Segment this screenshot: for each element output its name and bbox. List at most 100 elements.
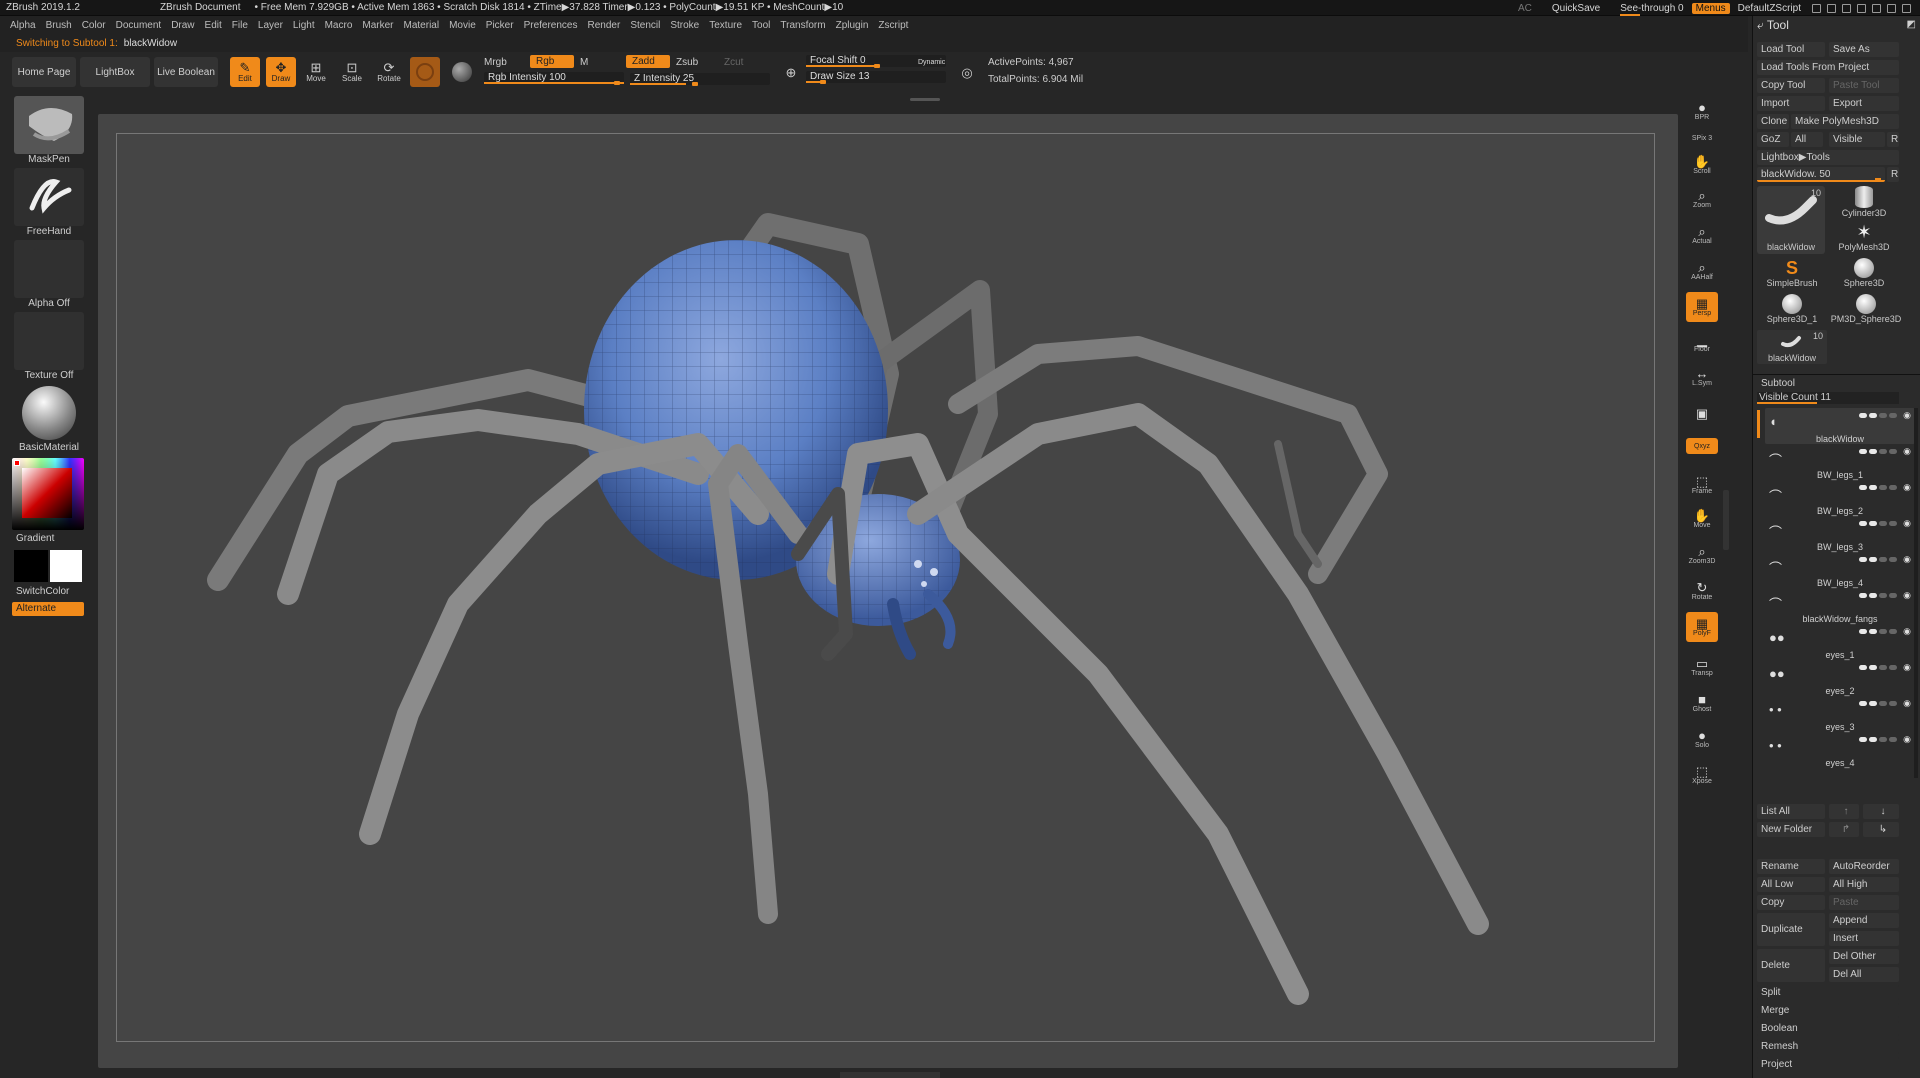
smooth-toggle-button[interactable] <box>447 57 477 87</box>
subtool-toggles[interactable]: ◉ <box>1857 734 1911 745</box>
eye-icon[interactable]: ◉ <box>1903 734 1911 745</box>
eye-icon[interactable]: ◉ <box>1903 590 1911 601</box>
material-swatch-button[interactable] <box>410 57 440 87</box>
insert-button[interactable]: Insert <box>1829 931 1899 946</box>
rotate-button[interactable]: ⟳ Rotate <box>374 57 404 87</box>
eye-icon[interactable]: ◉ <box>1903 698 1911 709</box>
subtool-row[interactable]: • • ◉ eyes_4 <box>1765 732 1915 768</box>
menu-render[interactable]: Render <box>588 20 621 31</box>
menu-movie[interactable]: Movie <box>449 20 476 31</box>
all-low-button[interactable]: All Low <box>1757 877 1825 892</box>
rgb-intensity-slider[interactable]: Rgb Intensity 100 <box>484 72 624 85</box>
menu-stencil[interactable]: Stencil <box>630 20 660 31</box>
switch-color-button[interactable]: SwitchColor <box>16 586 94 597</box>
rename-button[interactable]: Rename <box>1757 859 1825 874</box>
brush-thumb[interactable] <box>14 96 84 154</box>
subtool-toggles[interactable]: ◉ <box>1857 446 1911 457</box>
toggle-icon[interactable] <box>1889 701 1898 706</box>
del-all-button[interactable]: Del All <box>1829 967 1899 982</box>
subtool-scrollbar[interactable] <box>1914 408 1918 778</box>
copy-subtool-button[interactable]: Copy <box>1757 895 1825 910</box>
shelf-ghost-button[interactable]: ■ Ghost <box>1686 688 1718 718</box>
gradient-label[interactable]: Gradient <box>16 533 94 544</box>
toggle-icon[interactable] <box>1859 737 1868 742</box>
stroke-thumb[interactable] <box>14 168 84 226</box>
toggle-icon[interactable] <box>1889 629 1898 634</box>
tool-thumb-polymesh3d[interactable]: ✶ PolyMesh3D <box>1829 222 1899 256</box>
shelf-polyf-button[interactable]: ▦ PolyF <box>1686 612 1718 642</box>
eye-icon[interactable]: ◉ <box>1903 482 1911 493</box>
tool-thumb-pm3d-sphere3d[interactable]: PM3D_Sphere3D <box>1829 294 1903 328</box>
toggle-icon[interactable] <box>1859 629 1868 634</box>
toggle-icon[interactable] <box>1889 737 1898 742</box>
toggle-icon[interactable] <box>1869 449 1878 454</box>
toggle-icon[interactable] <box>1889 485 1898 490</box>
shelf-solo-button[interactable]: ● Solo <box>1686 724 1718 754</box>
alternate-toggle[interactable]: Alternate <box>12 602 84 616</box>
shelf-scroll-button[interactable]: ✋ Scroll <box>1686 150 1718 180</box>
lightbox-button[interactable]: LightBox <box>80 57 150 87</box>
toggle-icon[interactable] <box>1859 665 1868 670</box>
tool-thumb-cylinder3d[interactable]: Cylinder3D <box>1829 186 1899 220</box>
eye-icon[interactable]: ◉ <box>1903 662 1911 673</box>
toggle-icon[interactable] <box>1869 485 1878 490</box>
menu-texture[interactable]: Texture <box>709 20 742 31</box>
secondary-color-swatch[interactable] <box>14 550 48 582</box>
subtool-row[interactable]: ◖ ◉ blackWidow <box>1765 408 1915 444</box>
see-through-slider[interactable]: See-through 0 <box>1620 3 1684 16</box>
export-button[interactable]: Export <box>1829 96 1899 111</box>
shelf-transp-button[interactable]: ▭ Transp <box>1686 652 1718 682</box>
subtool-header[interactable]: Subtool <box>1761 378 1795 389</box>
toggle-icon[interactable] <box>1859 557 1868 562</box>
primary-color-swatch[interactable] <box>50 550 82 582</box>
zsub-toggle[interactable]: Zsub <box>676 57 698 68</box>
move-up-button[interactable]: ↑ <box>1829 804 1859 819</box>
focal-icon-button[interactable]: ⊕ <box>776 57 806 87</box>
canvas-viewport[interactable] <box>98 114 1678 1068</box>
toggle-icon[interactable] <box>1859 449 1868 454</box>
goz-visible-button[interactable]: Visible <box>1829 132 1885 147</box>
toggle-icon[interactable] <box>1859 485 1868 490</box>
shelf-lsym-button[interactable]: ↔ L.Sym <box>1686 362 1718 392</box>
color-picker[interactable] <box>12 458 84 530</box>
eye-icon[interactable]: ◉ <box>1903 554 1911 565</box>
palette-collapse-icon[interactable]: ◩ <box>1907 19 1916 30</box>
toggle-icon[interactable] <box>1879 701 1888 706</box>
toggle-icon[interactable] <box>1889 521 1898 526</box>
tool-thumb-simplebrush[interactable]: S SimpleBrush <box>1757 258 1827 292</box>
shelf-zoom-button[interactable]: ⌕ Zoom <box>1686 184 1718 214</box>
import-button[interactable]: Import <box>1757 96 1825 111</box>
viewport-bottom-handle[interactable] <box>840 1072 940 1078</box>
toggle-icon[interactable] <box>1879 629 1888 634</box>
subtool-toggles[interactable]: ◉ <box>1857 554 1911 565</box>
menu-marker[interactable]: Marker <box>362 20 393 31</box>
menu-material[interactable]: Material <box>404 20 440 31</box>
current-tool-slider[interactable]: blackWidow. 50 <box>1757 167 1885 182</box>
list-all-button[interactable]: List All <box>1757 804 1825 819</box>
shelf-frame-button[interactable]: ⬚ Frame <box>1686 470 1718 500</box>
layout2-icon[interactable] <box>1827 3 1836 13</box>
close-icon[interactable] <box>1902 3 1911 13</box>
menu-document[interactable]: Document <box>116 20 162 31</box>
default-zscript-button[interactable]: DefaultZScript <box>1738 3 1801 14</box>
shelf-rotate-button[interactable]: ↻ Rotate <box>1686 576 1718 606</box>
subtool-toggles[interactable]: ◉ <box>1857 518 1911 529</box>
duplicate-button[interactable]: Duplicate <box>1757 913 1825 946</box>
home-page-button[interactable]: Home Page <box>12 57 76 87</box>
spider-model[interactable] <box>98 114 1678 1068</box>
menu-macro[interactable]: Macro <box>325 20 353 31</box>
menu-edit[interactable]: Edit <box>205 20 222 31</box>
paste-subtool-button[interactable]: Paste <box>1829 895 1899 910</box>
material-thumb[interactable] <box>14 384 84 442</box>
auto-reorder-button[interactable]: AutoReorder <box>1829 859 1899 874</box>
menu-zscript[interactable]: Zscript <box>878 20 908 31</box>
toggle-icon[interactable] <box>1889 593 1898 598</box>
dots-icon-button[interactable]: ◎ <box>952 57 982 87</box>
menu-tool[interactable]: Tool <box>752 20 770 31</box>
layout-icon[interactable] <box>1812 3 1821 13</box>
shelf-xyz-button[interactable]: Qxyz <box>1686 438 1718 454</box>
subtool-row[interactable]: ●● ◉ eyes_2 <box>1765 660 1915 696</box>
subtool-row[interactable]: • • ◉ eyes_3 <box>1765 696 1915 732</box>
load-tools-from-project-button[interactable]: Load Tools From Project <box>1757 60 1899 75</box>
tool-thumb-sphere3d[interactable]: Sphere3D <box>1829 258 1899 292</box>
